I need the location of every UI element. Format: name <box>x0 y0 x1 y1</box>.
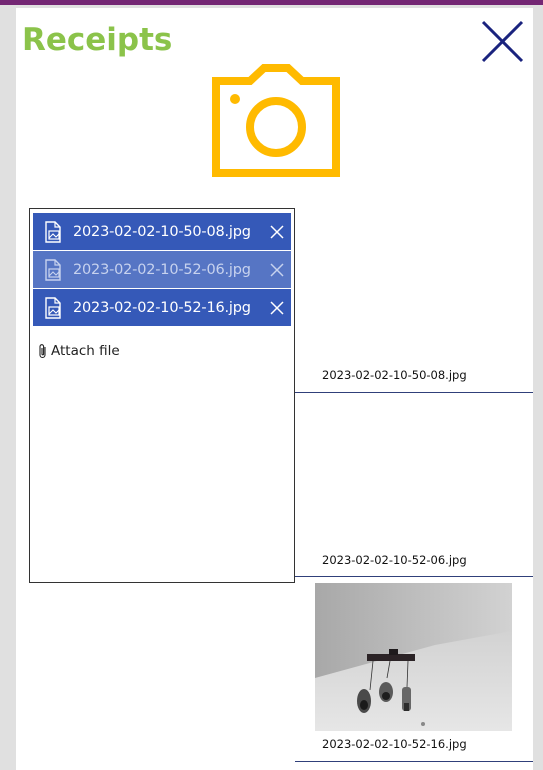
paperclip-icon <box>39 344 46 359</box>
attachment-item[interactable]: 2023-02-02-10-52-16.jpg <box>33 289 291 326</box>
remove-attachment-button[interactable] <box>263 289 291 326</box>
attachment-item[interactable]: 2023-02-02-10-50-08.jpg <box>33 213 291 250</box>
receipt-photo <box>315 583 512 731</box>
receipts-screen: Receipts 2023-02-02-10-50-08.jpg 2023-02… <box>16 8 533 770</box>
gallery-separator <box>295 761 533 762</box>
attachment-name: 2023-02-02-10-52-16.jpg <box>73 299 251 316</box>
gallery-caption: 2023-02-02-10-50-08.jpg <box>322 368 467 382</box>
gallery-item[interactable]: 2023-02-02-10-52-16.jpg <box>295 577 533 762</box>
camera-button[interactable] <box>210 64 342 178</box>
close-icon <box>270 262 284 277</box>
close-button[interactable] <box>478 16 526 64</box>
image-file-icon <box>33 251 73 288</box>
gallery-item[interactable]: 2023-02-02-10-52-06.jpg <box>295 393 533 577</box>
image-file-icon <box>33 289 73 326</box>
app-top-bar <box>0 0 543 5</box>
attachment-name: 2023-02-02-10-50-08.jpg <box>73 223 251 240</box>
gallery-caption: 2023-02-02-10-52-16.jpg <box>322 737 467 751</box>
attach-file-label: Attach file <box>51 343 120 359</box>
gallery-caption: 2023-02-02-10-52-06.jpg <box>322 553 467 567</box>
attach-file-button[interactable]: Attach file <box>38 343 120 359</box>
attachment-name: 2023-02-02-10-52-06.jpg <box>73 261 251 278</box>
remove-attachment-button[interactable] <box>263 213 291 250</box>
remove-attachment-button[interactable] <box>263 251 291 288</box>
close-icon <box>270 300 284 315</box>
page-title: Receipts <box>22 22 173 58</box>
attachment-item[interactable]: 2023-02-02-10-52-06.jpg <box>33 251 291 288</box>
close-icon <box>270 224 284 239</box>
close-icon <box>481 20 524 63</box>
gallery-item[interactable]: 2023-02-02-10-50-08.jpg <box>295 208 533 393</box>
camera-icon <box>212 64 340 177</box>
image-file-icon <box>33 213 73 250</box>
attachments-control: 2023-02-02-10-50-08.jpg 2023-02-02-10-52… <box>29 208 295 583</box>
